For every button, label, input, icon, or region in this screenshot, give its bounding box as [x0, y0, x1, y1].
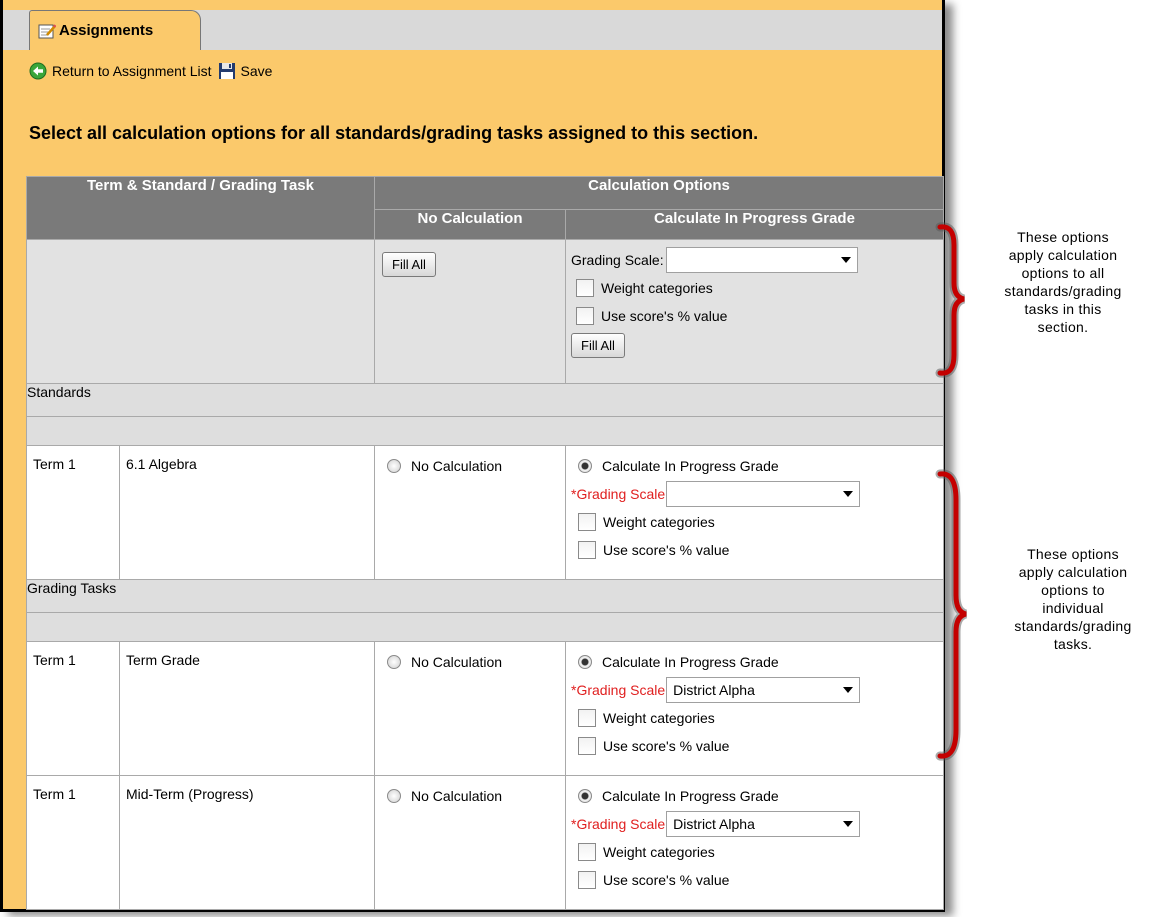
tab-assignments[interactable]: Assignments — [29, 10, 201, 50]
weight-categories-checkbox[interactable] — [578, 843, 596, 861]
save-button[interactable]: Save — [218, 62, 273, 80]
calc-in-progress-radio[interactable] — [578, 655, 592, 669]
grading-scale-select[interactable]: District Alpha — [666, 677, 861, 703]
row-term: Term 1 — [26, 641, 120, 776]
grading-scale-label: *Grading Scale — [571, 682, 666, 698]
weight-categories-checkbox[interactable] — [578, 709, 596, 727]
page-heading: Select all calculation options for all s… — [29, 123, 759, 143]
green-back-arrow-icon — [29, 62, 47, 80]
header-calc-in-progress: Calculate In Progress Grade — [565, 209, 944, 240]
no-calculation-radio[interactable] — [387, 655, 401, 669]
no-calculation-radio[interactable] — [387, 459, 401, 473]
weight-categories-checkbox[interactable] — [578, 513, 596, 531]
use-score-value-checkbox[interactable] — [578, 541, 596, 559]
calc-in-progress-radio[interactable] — [578, 789, 592, 803]
grading-scale-select[interactable]: District Alpha — [666, 811, 861, 837]
table-row: Term 1 Mid-Term (Progress) No Calculatio… — [26, 775, 944, 910]
row-term: Term 1 — [26, 775, 120, 910]
fill-all-no-calc-button[interactable]: Fill All — [382, 252, 436, 277]
bulk-weight-label: Weight categories — [601, 280, 713, 296]
fill-all-calc-button[interactable]: Fill All — [571, 333, 625, 358]
annotation-bottom-note: These options apply calculation options … — [1014, 546, 1132, 652]
grading-scale-label: *Grading Scale — [571, 816, 666, 832]
row-term: Term 1 — [26, 445, 120, 580]
chevron-down-icon — [840, 257, 851, 263]
annotation-bracket-bottom — [935, 469, 968, 761]
calc-in-progress-radio[interactable] — [578, 459, 592, 473]
floppy-disk-icon — [218, 63, 235, 79]
bulk-score-label: Use score's % value — [601, 308, 728, 324]
tab-label: Assignments — [59, 22, 154, 39]
row-task-name: Mid-Term (Progress) — [119, 775, 375, 910]
toolbar: Return to Assignment List Save — [29, 60, 272, 82]
grading-scale-label: Grading Scale: — [571, 252, 664, 268]
header-calc-options: Calculation Options — [374, 176, 944, 210]
bulk-grading-scale-select[interactable] — [665, 247, 858, 273]
section-standards: Standards — [26, 383, 944, 417]
grading-scale-label: *Grading Scale — [571, 486, 666, 502]
annotation-bracket-top — [935, 222, 966, 378]
return-label: Return to Assignment List — [52, 63, 212, 79]
return-to-list-button[interactable]: Return to Assignment List — [29, 62, 212, 80]
chevron-down-icon — [843, 821, 854, 827]
header-no-calculation: No Calculation — [374, 209, 566, 240]
use-score-value-checkbox[interactable] — [578, 871, 596, 889]
grading-scale-select[interactable] — [666, 481, 861, 507]
tab-bar: Assignments — [3, 10, 942, 50]
bulk-score-checkbox[interactable] — [576, 307, 594, 325]
row-task-name: Term Grade — [119, 641, 375, 776]
table-row: Term 1 6.1 Algebra No Calculation Calcul… — [26, 445, 944, 580]
assignment-window: Assignments Return to Assignment List Sa… — [0, 0, 945, 912]
section-grading-tasks: Grading Tasks — [26, 579, 944, 613]
header-term-standard: Term & Standard / Grading Task — [26, 176, 375, 240]
table-row: Term 1 Term Grade No Calculation Calcula… — [26, 641, 944, 776]
bulk-options-row: Fill All Grading Scale: Weight categorie… — [26, 239, 944, 384]
row-standard-name: 6.1 Algebra — [119, 445, 375, 580]
use-score-value-checkbox[interactable] — [578, 737, 596, 755]
no-calculation-radio[interactable] — [387, 789, 401, 803]
notepad-pencil-icon — [38, 23, 57, 39]
bulk-weight-checkbox[interactable] — [576, 279, 594, 297]
save-label: Save — [240, 63, 273, 79]
chevron-down-icon — [843, 687, 854, 693]
calculation-options-table: Term & Standard / Grading Task Calculati… — [26, 176, 944, 910]
chevron-down-icon — [843, 491, 854, 497]
annotation-top-note: These options apply calculation options … — [1004, 229, 1122, 335]
